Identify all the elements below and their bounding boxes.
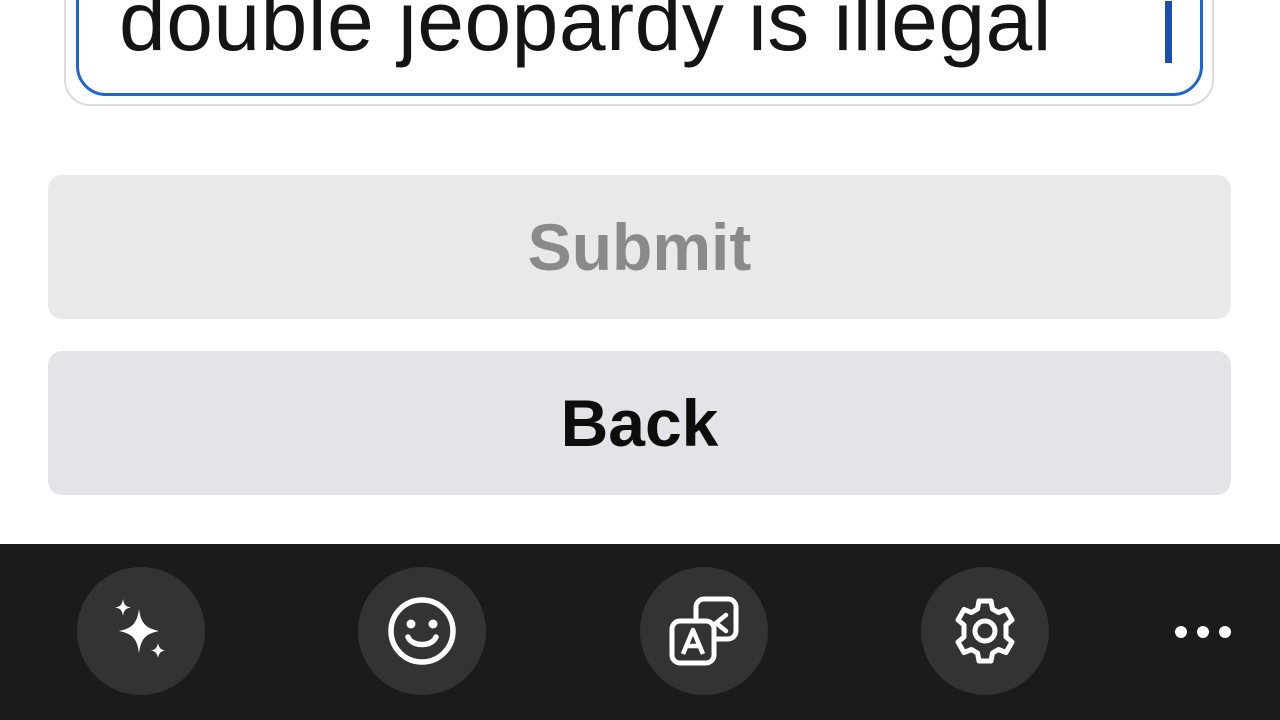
translate-icon [669,596,739,666]
screen: double jeopardy is illegal Submit Back [0,0,1280,720]
back-button[interactable]: Back [48,351,1231,495]
answer-input-value: double jeopardy is illegal [119,0,1052,68]
gear-icon [955,598,1015,664]
answer-input[interactable]: double jeopardy is illegal [76,0,1203,96]
ai-tools-button[interactable] [77,567,205,695]
settings-button[interactable] [921,567,1049,695]
emoji-button[interactable] [358,567,486,695]
more-icon [1175,626,1231,638]
translate-button[interactable] [640,567,768,695]
emoji-icon [388,597,456,665]
more-options-button[interactable] [1160,604,1246,660]
submit-button[interactable]: Submit [48,175,1231,319]
text-caret [1165,1,1172,63]
sparkles-icon [115,599,165,658]
keyboard-toolbar [0,544,1280,720]
